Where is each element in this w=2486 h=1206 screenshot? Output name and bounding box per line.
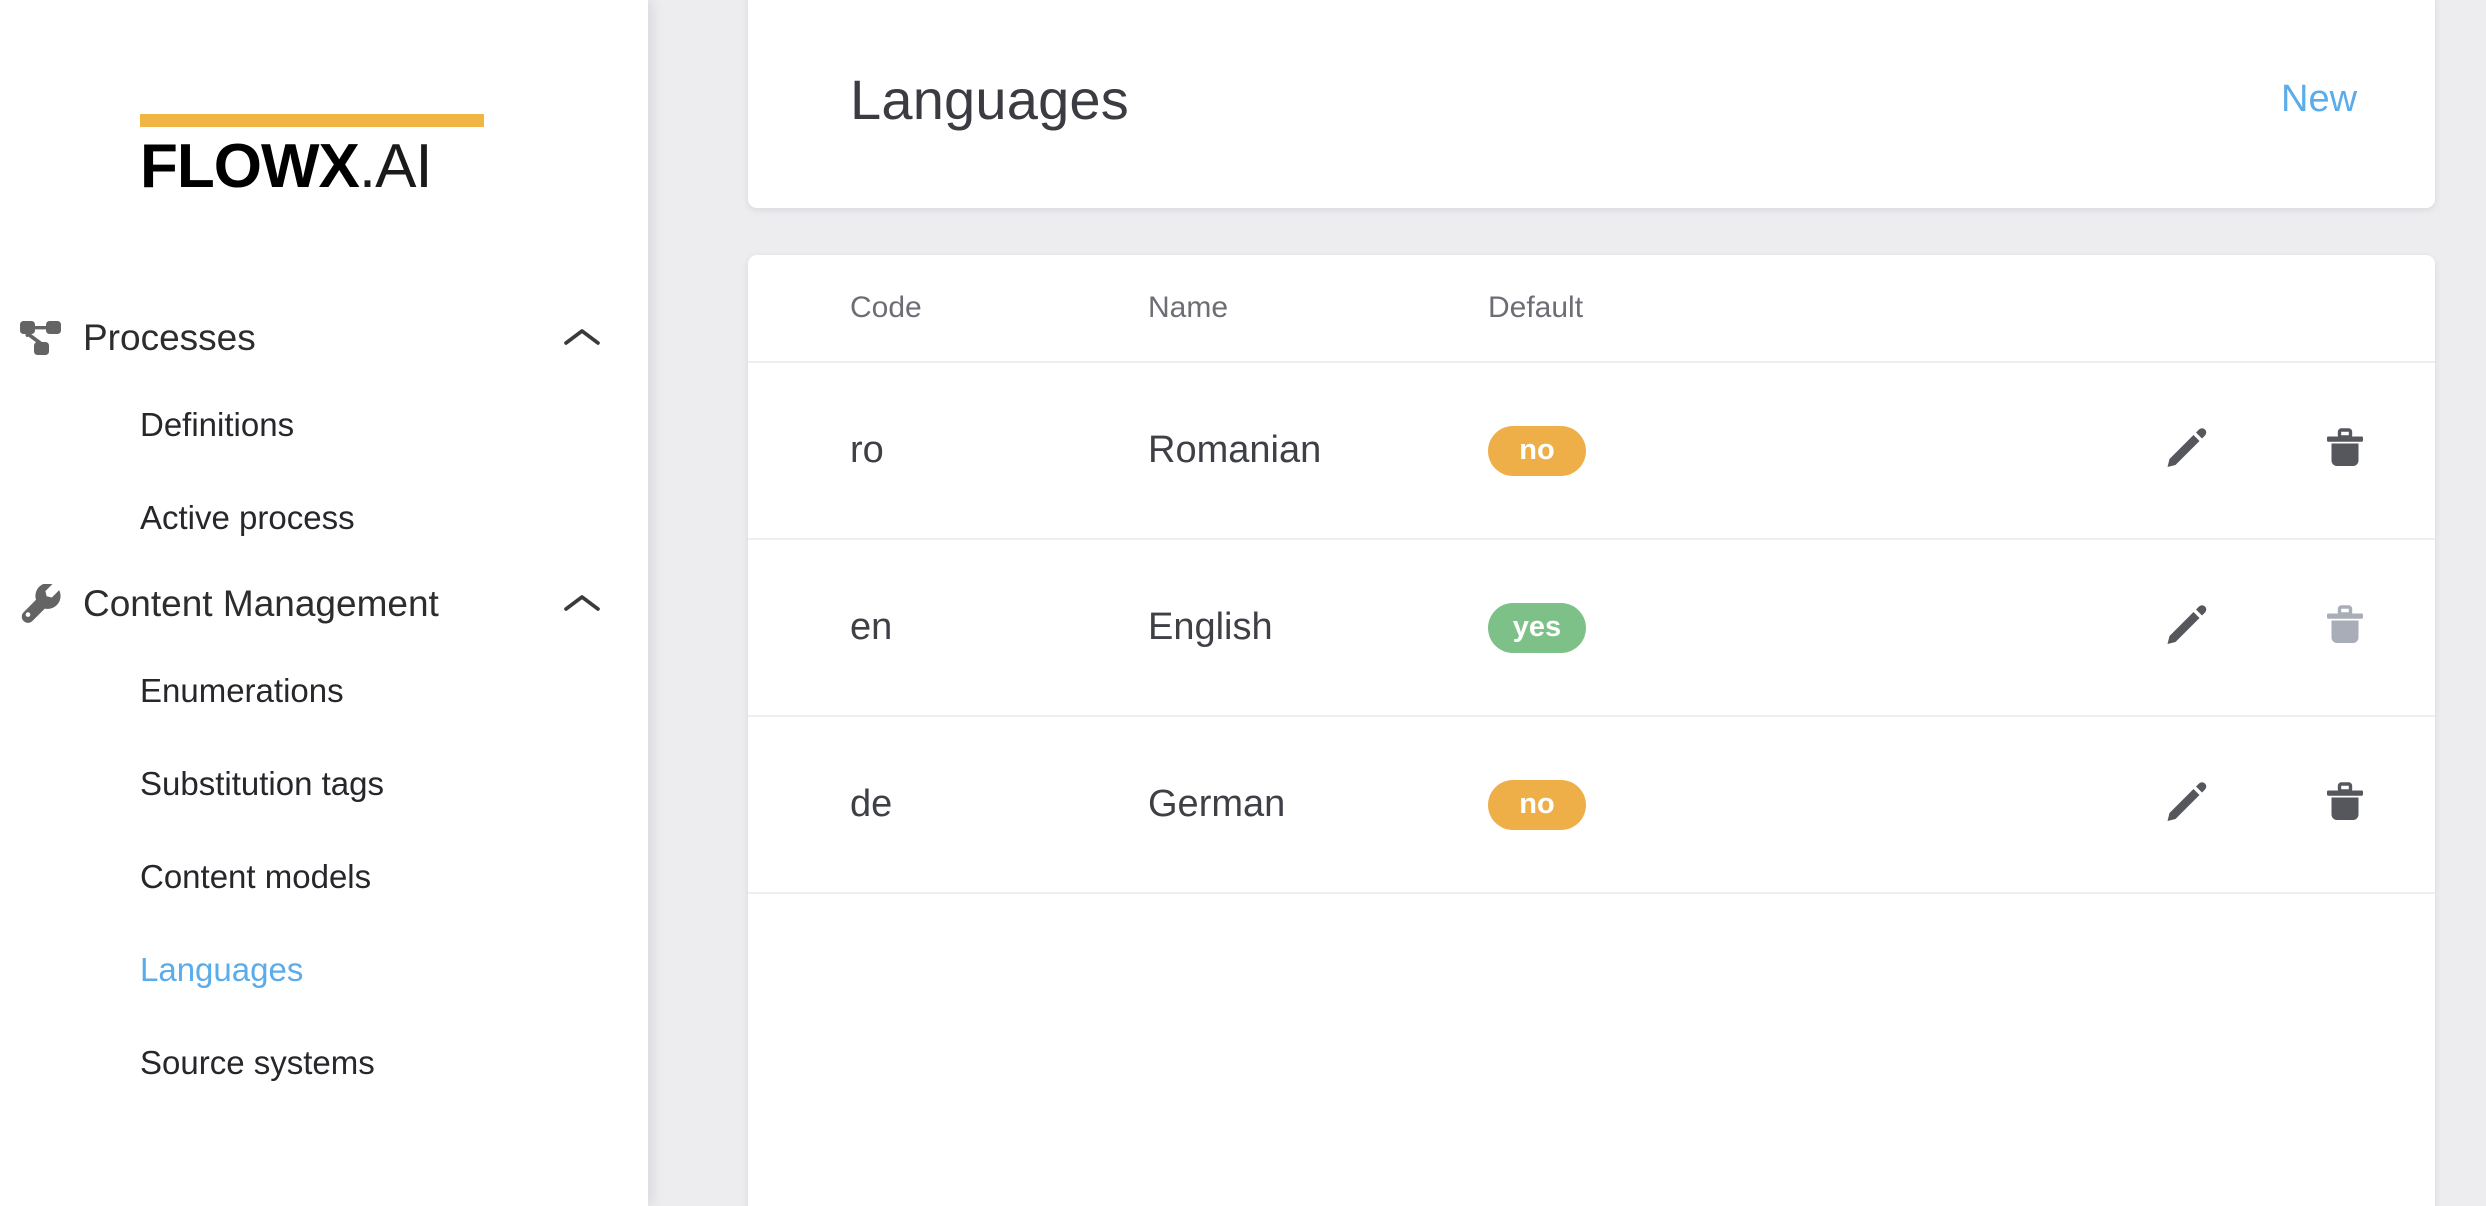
status-badge: no xyxy=(1488,425,1586,476)
languages-table-card: Code Name Default ro Romanian no en Engl… xyxy=(748,255,2436,1206)
pencil-icon[interactable] xyxy=(2155,419,2215,479)
table-row[interactable]: ro Romanian no xyxy=(748,362,2436,540)
sidebar-item-substitution-tags[interactable]: Substitution tags xyxy=(0,737,648,830)
column-header-default: Default xyxy=(1488,255,2048,363)
trash-icon[interactable] xyxy=(2315,419,2375,479)
cell-edit xyxy=(2115,539,2256,717)
trash-icon xyxy=(2315,596,2375,656)
sidebar-item-label: Definitions xyxy=(140,405,295,443)
languages-table: Code Name Default ro Romanian no en Engl… xyxy=(748,255,2436,894)
sitemap-icon xyxy=(20,319,66,357)
sidebar-item-label: Active process xyxy=(140,498,355,536)
brand-logo[interactable]: FLOWX.AI xyxy=(0,0,648,198)
table-header-row: Code Name Default xyxy=(748,255,2436,363)
cell-default: yes xyxy=(1488,539,2048,717)
sidebar-item-content-models[interactable]: Content models xyxy=(0,830,648,923)
sidebar-item-enumerations[interactable]: Enumerations xyxy=(0,644,648,737)
cell-spacer xyxy=(2048,716,2116,894)
cell-name: German xyxy=(1148,716,1488,894)
brand-wordmark-bold: FLOWX xyxy=(140,132,360,201)
wrench-icon xyxy=(20,584,66,624)
pencil-icon[interactable] xyxy=(2155,596,2215,656)
sidebar-item-label: Languages xyxy=(140,950,304,988)
sidebar: FLOWX.AI Processes Definitions Active pr… xyxy=(0,0,648,1206)
sidebar-item-languages[interactable]: Languages xyxy=(0,923,648,1016)
main-content: Languages New Code Name Default ro Roman… xyxy=(648,0,2486,1206)
column-header-spacer xyxy=(2048,255,2116,363)
cell-delete xyxy=(2255,362,2436,540)
cell-spacer xyxy=(2048,539,2116,717)
column-header-code: Code xyxy=(748,255,1148,363)
app-root: FLOWX.AI Processes Definitions Active pr… xyxy=(0,0,2486,1206)
cell-delete xyxy=(2255,539,2436,717)
status-badge: no xyxy=(1488,779,1586,830)
sidebar-item-label: Content models xyxy=(140,857,372,895)
cell-spacer xyxy=(2048,362,2116,540)
pencil-icon[interactable] xyxy=(2155,773,2215,833)
trash-icon[interactable] xyxy=(2315,773,2375,833)
cell-name: Romanian xyxy=(1148,362,1488,540)
cell-edit xyxy=(2115,362,2256,540)
cell-delete xyxy=(2255,716,2436,894)
sidebar-item-label: Source systems xyxy=(140,1043,375,1081)
sidebar-group-content-management[interactable]: Content Management xyxy=(0,564,648,644)
sidebar-group-processes[interactable]: Processes xyxy=(0,298,648,378)
brand-wordmark: FLOWX.AI xyxy=(140,136,648,198)
new-button[interactable]: New xyxy=(2281,78,2357,121)
sidebar-nav: Processes Definitions Active process Con… xyxy=(0,298,648,1109)
brand-wordmark-light: .AI xyxy=(358,132,433,201)
column-header-name: Name xyxy=(1148,255,1488,363)
column-header-edit xyxy=(2115,255,2256,363)
cell-code: de xyxy=(748,716,1148,894)
brand-accent-bar xyxy=(140,114,484,127)
sidebar-group-label: Content Management xyxy=(83,583,439,624)
status-badge: yes xyxy=(1488,602,1586,653)
cell-edit xyxy=(2115,716,2256,894)
cell-code: en xyxy=(748,539,1148,717)
table-body: ro Romanian no en English yes de German … xyxy=(748,362,2436,894)
sidebar-item-source-systems[interactable]: Source systems xyxy=(0,1016,648,1109)
sidebar-group-label: Processes xyxy=(83,317,256,358)
sidebar-item-label: Substitution tags xyxy=(140,764,384,802)
page-header-card: Languages New xyxy=(748,0,2436,208)
column-header-delete xyxy=(2255,255,2436,363)
sidebar-item-label: Enumerations xyxy=(140,671,344,709)
chevron-up-icon[interactable] xyxy=(562,326,602,350)
page-title: Languages xyxy=(850,67,1129,131)
chevron-up-icon[interactable] xyxy=(562,592,602,616)
sidebar-item-definitions[interactable]: Definitions xyxy=(0,378,648,471)
cell-name: English xyxy=(1148,539,1488,717)
table-header: Code Name Default xyxy=(748,255,2436,363)
table-row[interactable]: de German no xyxy=(748,716,2436,894)
sidebar-item-active-process[interactable]: Active process xyxy=(0,471,648,564)
cell-code: ro xyxy=(748,362,1148,540)
table-row[interactable]: en English yes xyxy=(748,539,2436,717)
cell-default: no xyxy=(1488,362,2048,540)
cell-default: no xyxy=(1488,716,2048,894)
